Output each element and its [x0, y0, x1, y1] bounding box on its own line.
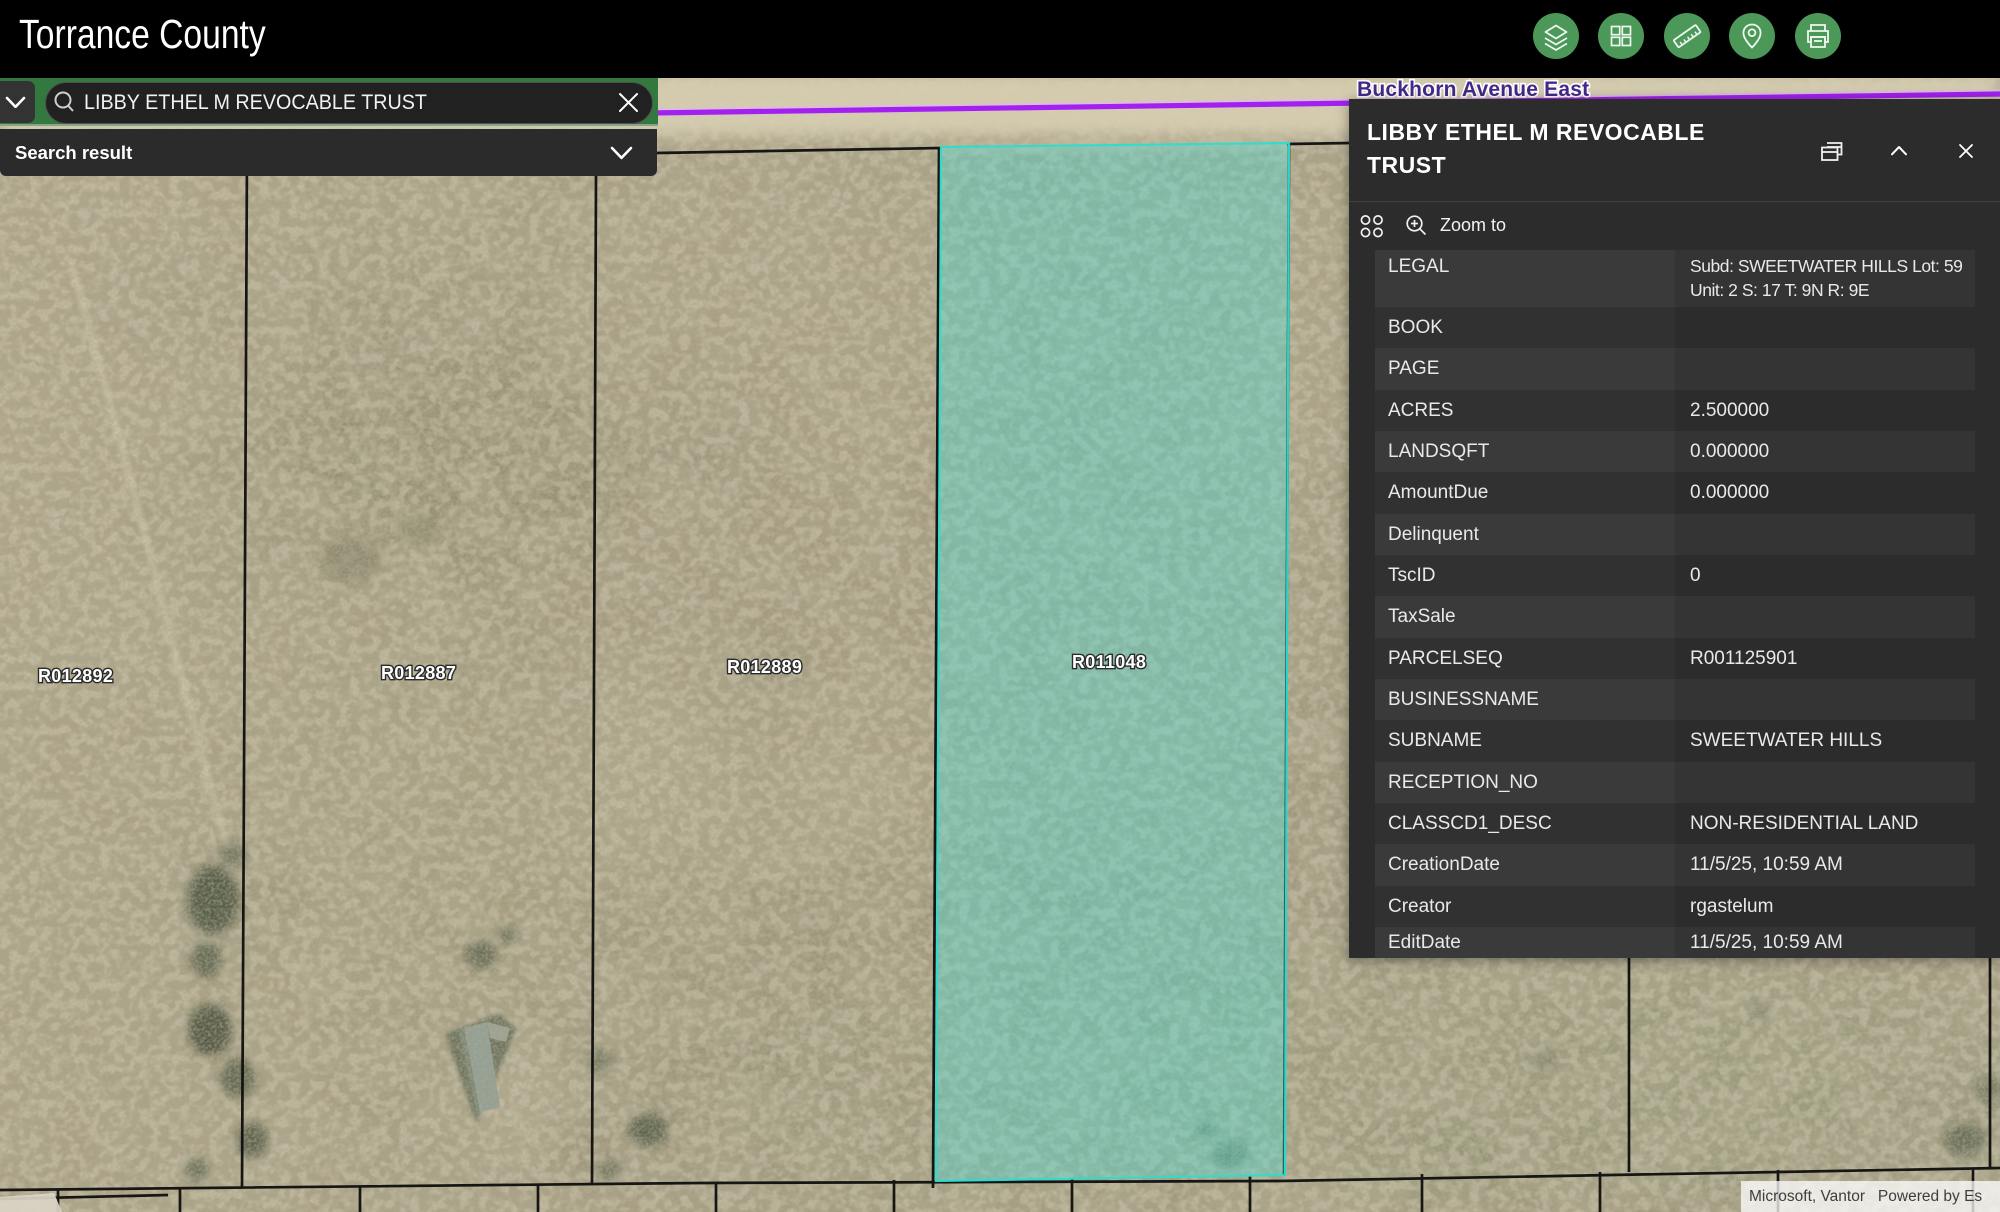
svg-text:R012887: R012887 [381, 663, 456, 683]
svg-text:R011048: R011048 [1072, 652, 1146, 672]
svg-text:Buckhorn Avenue East: Buckhorn Avenue East [1357, 78, 1589, 101]
svg-text:R012889: R012889 [727, 657, 802, 677]
svg-text:R012892: R012892 [38, 666, 113, 686]
